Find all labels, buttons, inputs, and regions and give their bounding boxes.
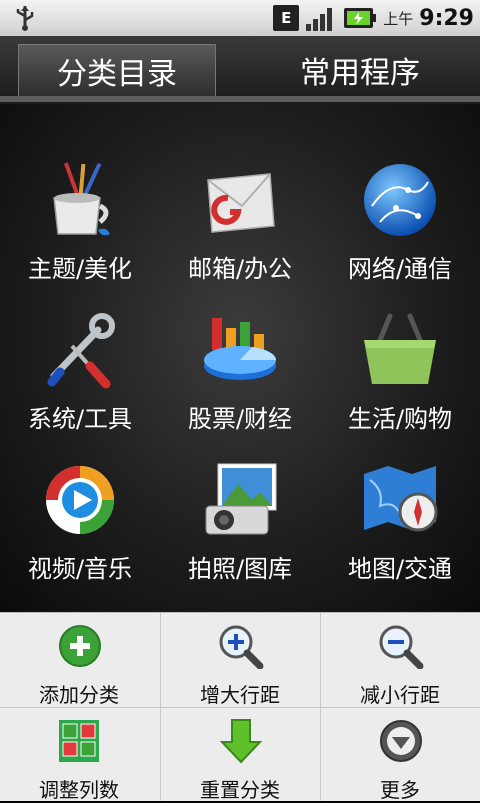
globe-network-icon <box>364 164 436 236</box>
menu-label: 重置分类 <box>200 778 280 802</box>
menu-label: 更多 <box>380 778 420 802</box>
tab-categories[interactable]: 分类目录 <box>18 44 216 97</box>
category-camera[interactable]: 拍照/图库 <box>160 404 320 583</box>
category-label: 视频/音乐 <box>27 555 133 583</box>
camera-photo-icon <box>205 463 277 535</box>
category-map[interactable]: 地图/交通 <box>320 404 480 583</box>
decrease-spacing-button[interactable]: 减小行距 <box>321 613 479 707</box>
clock: 9:29 <box>419 5 474 31</box>
network-type-icon: E <box>273 5 300 31</box>
tab-underline <box>0 96 480 102</box>
menu-label: 调整列数 <box>39 778 119 802</box>
tools-wrench-icon <box>47 313 115 389</box>
shopping-basket-icon <box>364 313 436 384</box>
mail-envelope-icon <box>207 173 275 233</box>
increase-spacing-button[interactable]: 增大行距 <box>161 613 319 707</box>
category-mail[interactable]: 邮箱/办公 <box>160 104 320 283</box>
time-prefix: 上午 <box>383 9 414 28</box>
add-icon <box>59 625 101 667</box>
category-theme[interactable]: 主题/美化 <box>0 104 160 283</box>
more-icon <box>380 720 422 762</box>
adjust-columns-button[interactable]: 调整列数 <box>0 708 158 802</box>
category-media[interactable]: 视频/音乐 <box>0 404 160 583</box>
reset-arrow-icon <box>219 719 263 764</box>
category-shopping[interactable]: 生活/购物 <box>320 254 480 433</box>
reset-categories-button[interactable]: 重置分类 <box>161 708 319 802</box>
menu-label: 减小行距 <box>360 683 440 707</box>
category-label: 地图/交通 <box>347 555 453 583</box>
add-category-button[interactable]: 添加分类 <box>0 613 158 707</box>
more-button[interactable]: 更多 <box>321 708 479 802</box>
options-menu: 添加分类 增大行距 减小行距 调整列数 重置分类 更多 <box>0 612 480 802</box>
tab-common-apps[interactable]: 常用程序 <box>262 44 458 96</box>
category-finance[interactable]: 股票/财经 <box>160 254 320 433</box>
columns-icon <box>59 720 99 762</box>
menu-label: 增大行距 <box>200 683 280 707</box>
map-compass-icon <box>364 466 438 532</box>
media-play-icon <box>46 466 114 534</box>
menu-label: 添加分类 <box>39 683 119 707</box>
zoom-in-icon <box>219 625 264 669</box>
signal-icon <box>306 8 333 31</box>
category-tools[interactable]: 系统/工具 <box>0 254 160 433</box>
battery-icon <box>344 8 377 28</box>
chart-finance-icon <box>204 318 276 380</box>
status-bar: E 上午 9:29 <box>0 0 480 36</box>
usb-icon <box>16 6 34 31</box>
tab-bar: 分类目录 常用程序 <box>0 36 480 104</box>
zoom-out-icon <box>379 625 424 669</box>
paintbrush-cup-icon <box>53 162 110 236</box>
category-label: 拍照/图库 <box>187 555 293 583</box>
category-network[interactable]: 网络/通信 <box>320 104 480 283</box>
category-grid: 主题/美化 邮箱/办公 网络/通信 系统/工具 股票/财经 生活/购物 视频/音… <box>0 104 480 612</box>
